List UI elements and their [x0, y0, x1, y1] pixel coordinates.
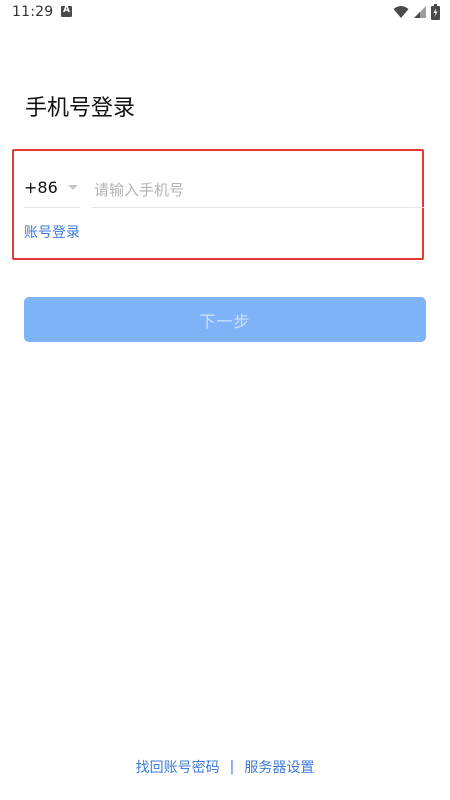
signal-icon	[414, 6, 426, 18]
account-login-link[interactable]: 账号登录	[24, 222, 80, 242]
country-code-value: +86	[24, 178, 58, 197]
status-icons	[393, 4, 440, 20]
page-title: 手机号登录	[25, 96, 136, 121]
country-code-selector[interactable]: +86	[24, 172, 80, 208]
server-settings-link[interactable]: 服务器设置	[244, 757, 314, 777]
caret-down-icon	[68, 185, 78, 190]
wifi-icon	[393, 6, 409, 18]
status-bar: 11:29	[0, 0, 450, 26]
a-notification-icon	[61, 5, 72, 17]
footer-divider: |	[229, 759, 235, 775]
recover-password-link[interactable]: 找回账号密码	[136, 757, 220, 777]
battery-icon	[431, 4, 440, 20]
next-button[interactable]: 下一步	[24, 297, 426, 342]
status-time: 11:29	[12, 4, 54, 20]
phone-input[interactable]	[92, 172, 425, 208]
footer: 找回账号密码 | 服务器设置	[0, 757, 450, 777]
